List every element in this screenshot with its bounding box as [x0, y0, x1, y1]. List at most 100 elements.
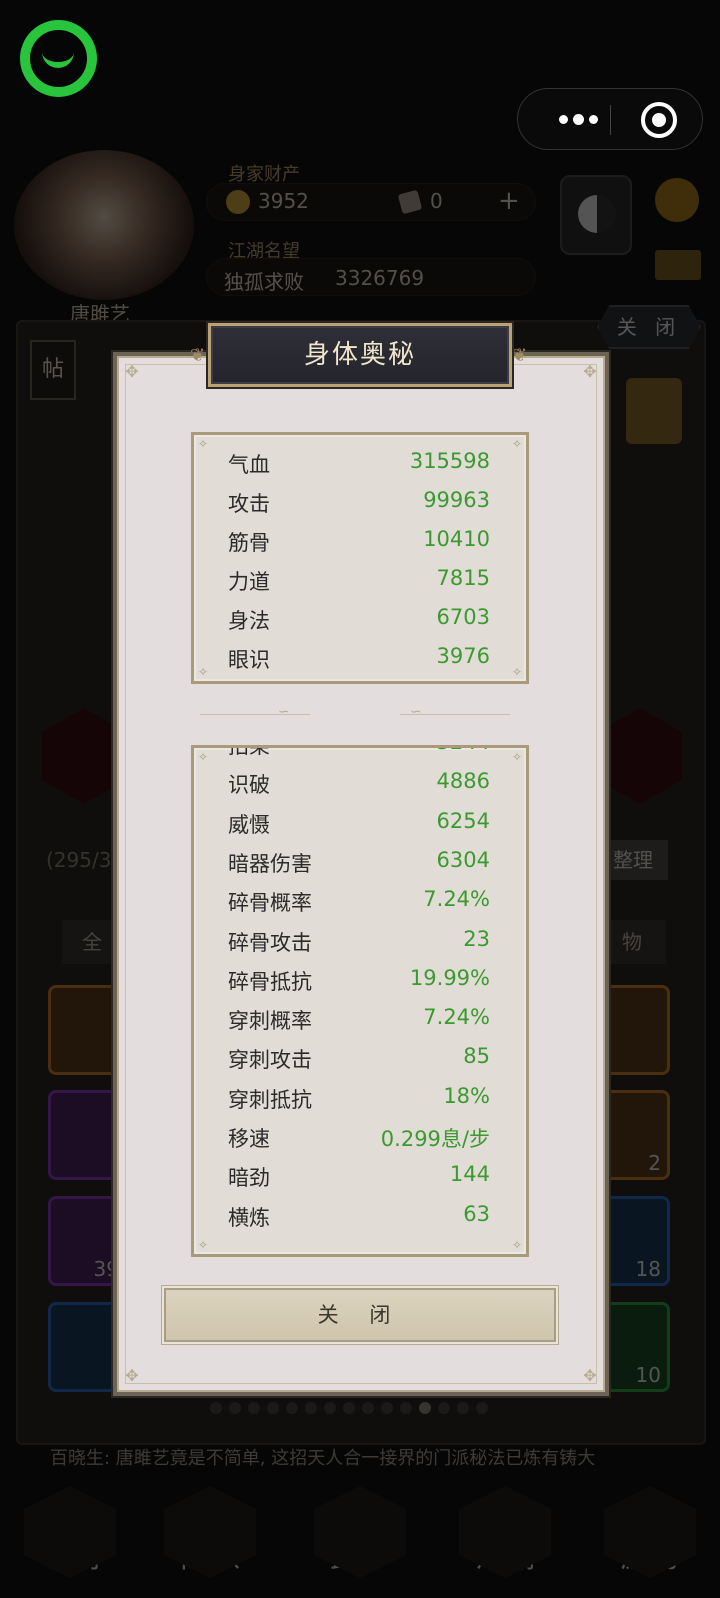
stat-value: 6254: [436, 808, 490, 833]
stat-value: 7.24%: [423, 1005, 490, 1030]
stat-label: 穿刺抵抗: [228, 1087, 312, 1112]
stat-value: 144: [449, 1162, 490, 1187]
coin-count: 3952: [258, 189, 309, 213]
stat-label: 气血: [228, 453, 270, 477]
ticket-count: 0: [430, 189, 443, 213]
stat-value: 85: [463, 1044, 490, 1069]
stat-label: 暗劲: [228, 1166, 270, 1191]
miniprogram-capsule: [517, 88, 703, 150]
stat-row: 身法 6703: [194, 599, 526, 637]
plus-icon[interactable]: +: [498, 186, 520, 216]
lantern-icon[interactable]: [626, 378, 682, 444]
mail-icon[interactable]: [655, 250, 701, 280]
stat-value: 6304: [436, 847, 490, 872]
corner-ornament-icon: ✥: [125, 362, 139, 381]
stat-value: 10410: [423, 527, 490, 551]
stat-label: 眼识: [228, 648, 270, 672]
corner-ornament-icon: ✥: [583, 1366, 597, 1385]
page-indicator: [210, 1402, 510, 1414]
stat-value: 3976: [436, 644, 490, 668]
secondary-stats-list[interactable]: ✧ ✧ ✧ ✧ 招架 5244 识破 4886 威慑 6254 暗器伤害 6304 碎骨概率 7.…: [191, 745, 529, 1257]
corner-ornament-icon: ✧: [197, 750, 209, 764]
stat-row: 暗劲 144: [194, 1156, 526, 1194]
post-badge[interactable]: 帖: [30, 340, 76, 400]
nav-jianghu[interactable]: 江湖: [445, 1486, 565, 1578]
tab-items[interactable]: 物: [598, 920, 666, 964]
stat-row: 气血 315598: [194, 443, 526, 481]
stat-row: 威慑 6254: [194, 803, 526, 841]
stat-row: 穿刺抵抗 18%: [194, 1078, 526, 1116]
corner-ornament-icon: ✧: [511, 750, 523, 764]
fame-value: 3326769: [335, 266, 425, 290]
stat-label: 穿刺概率: [228, 1009, 312, 1034]
stat-row: 眼识 3976: [194, 638, 526, 676]
primary-stats-panel: ✧ ✧ ✧ ✧ 气血 315598 攻击 99963 筋骨 10410 力道 7815 身法 67…: [191, 432, 529, 684]
target-icon[interactable]: [641, 102, 677, 138]
stat-label: 移速: [228, 1127, 270, 1151]
slot-count: 2: [648, 1151, 661, 1175]
stat-row: 识破 4886: [194, 763, 526, 801]
inventory-slot[interactable]: 39: [48, 1196, 128, 1286]
stat-label: 横炼: [228, 1205, 270, 1230]
inventory-slot[interactable]: [48, 1090, 128, 1180]
sort-button[interactable]: 整理: [598, 840, 668, 880]
inventory-slot[interactable]: [48, 1302, 128, 1392]
slot-count: 39: [93, 1257, 119, 1281]
stat-value: 7.24%: [423, 887, 490, 912]
coin-icon: [226, 190, 250, 214]
title-ornament-icon: ❦: [512, 345, 528, 366]
nav-travel[interactable]: 游历: [590, 1486, 710, 1578]
stat-row: 力道 7815: [194, 560, 526, 598]
stat-row: 碎骨攻击 23: [194, 921, 526, 959]
stat-label: 碎骨攻击: [228, 930, 312, 955]
stat-value: 4886: [436, 769, 490, 794]
dialog-close-button[interactable]: 关 闭: [164, 1288, 556, 1342]
stat-label: 身法: [228, 609, 270, 633]
stat-row: 穿刺攻击 85: [194, 1038, 526, 1076]
yinyang-icon[interactable]: [560, 175, 632, 255]
stat-row: 筋骨 10410: [194, 521, 526, 559]
panel-close-button[interactable]: 关 闭: [597, 305, 701, 349]
nav-martial[interactable]: 武学: [300, 1486, 420, 1578]
stat-value: 19.99%: [409, 965, 490, 990]
capsule-divider: [610, 105, 611, 135]
stat-value: 315598: [409, 449, 490, 473]
section-divider: ∽ ∽: [200, 704, 510, 722]
stat-value: 0.299息/步: [380, 1127, 490, 1151]
stat-value: 18%: [443, 1083, 490, 1108]
stat-label: 识破: [228, 773, 270, 798]
gear-icon[interactable]: [655, 178, 699, 222]
inventory-slot[interactable]: [48, 985, 128, 1075]
corner-ornament-icon: ✧: [511, 1238, 523, 1252]
stat-label: 攻击: [228, 492, 270, 516]
stat-value: 63: [463, 1201, 490, 1226]
chat-logo-icon[interactable]: [20, 20, 97, 97]
stat-row: 碎骨概率 7.24%: [194, 881, 526, 919]
nav-tuna[interactable]: 吐纳: [10, 1486, 130, 1578]
tab-all[interactable]: 全: [62, 920, 122, 964]
stat-row: 移速 0.299息/步: [194, 1117, 526, 1155]
stat-row: 暗器伤害 6304: [194, 842, 526, 880]
stat-row: 横炼 63: [194, 1196, 526, 1234]
stat-label: 招架: [228, 745, 270, 758]
bag-capacity: (295/3: [46, 848, 112, 872]
stat-row: 碎骨抵抗 19.99%: [194, 960, 526, 998]
nav-sect[interactable]: 门派: [150, 1486, 270, 1578]
stat-value: 99963: [423, 488, 490, 512]
player-avatar[interactable]: [14, 150, 194, 300]
wealth-bar: [206, 183, 536, 221]
stat-row: 招架 5244: [194, 745, 526, 762]
stat-label: 力道: [228, 570, 270, 594]
stat-row: 攻击 99963: [194, 482, 526, 520]
stat-label: 碎骨抵抗: [228, 969, 312, 994]
bottom-nav: 吐纳 门派 武学 江湖 游历: [0, 1456, 720, 1598]
stat-value: 23: [463, 926, 490, 951]
slot-count: 10: [635, 1363, 661, 1387]
stat-value: 7815: [436, 566, 490, 590]
stat-label: 筋骨: [228, 531, 270, 555]
fame-title: 独孤求败: [224, 270, 304, 294]
stat-value: 5244: [437, 748, 490, 754]
stat-label: 穿刺攻击: [228, 1048, 312, 1073]
corner-ornament-icon: ✥: [583, 362, 597, 381]
more-dots-icon[interactable]: [548, 89, 608, 149]
